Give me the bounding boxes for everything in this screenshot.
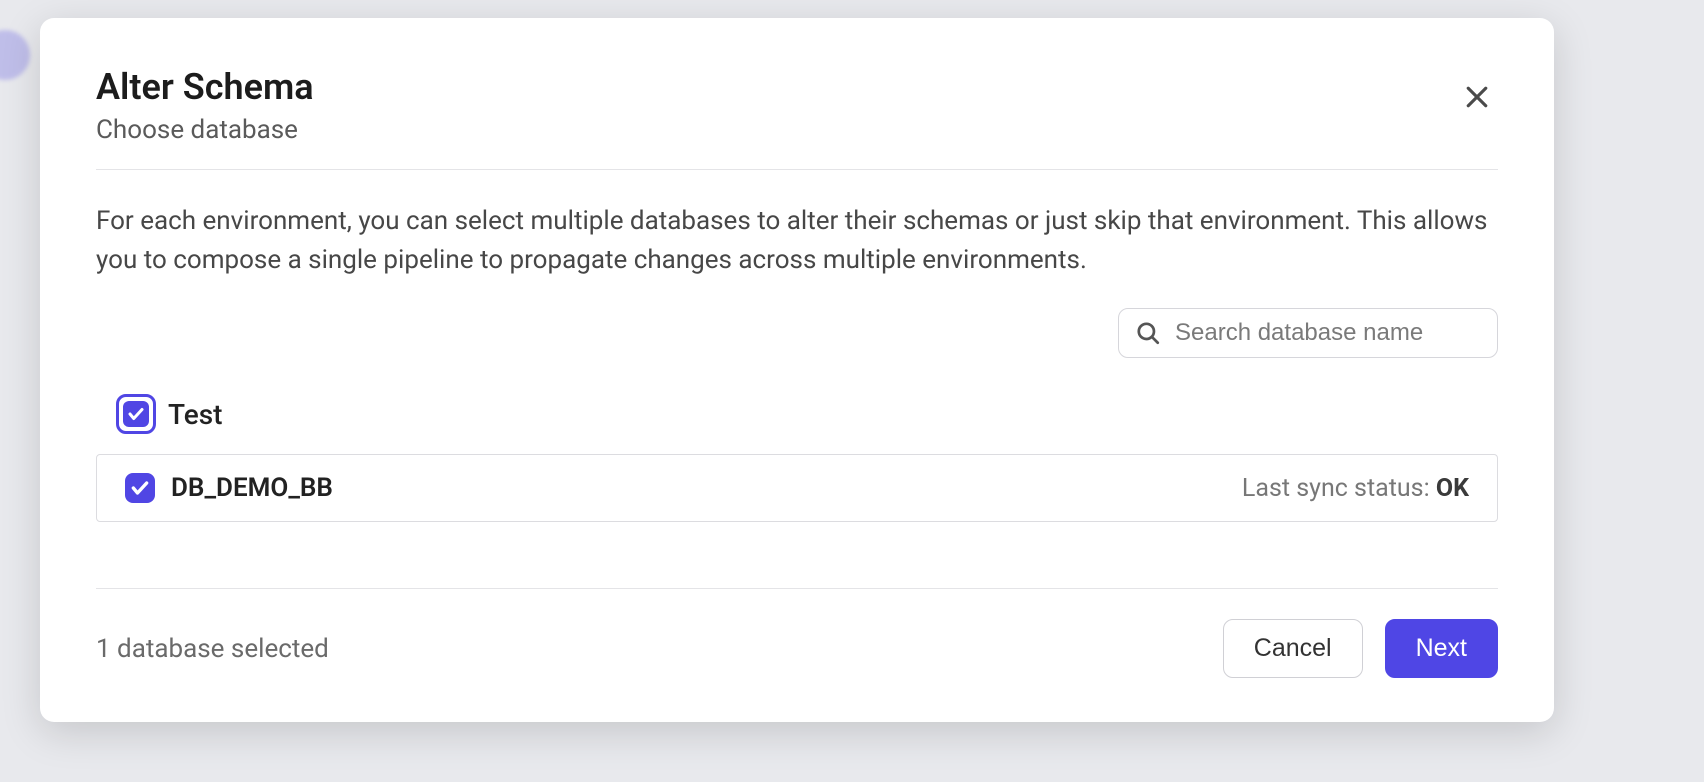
environment-group: Test	[116, 394, 1498, 434]
search-row	[96, 308, 1498, 358]
modal-subtitle: Choose database	[96, 115, 314, 145]
close-button[interactable]	[1456, 76, 1498, 121]
cancel-button[interactable]: Cancel	[1223, 619, 1363, 678]
environment-name: Test	[168, 398, 223, 431]
database-row-left: DB_DEMO_BB	[125, 473, 333, 503]
modal-description: For each environment, you can select mul…	[96, 202, 1498, 280]
alter-schema-modal: Alter Schema Choose database For each en…	[40, 18, 1554, 722]
next-button[interactable]: Next	[1385, 619, 1498, 678]
modal-footer: 1 database selected Cancel Next	[96, 588, 1498, 678]
environment-checkbox[interactable]	[116, 394, 156, 434]
database-row[interactable]: DB_DEMO_BB Last sync status: OK	[97, 455, 1497, 521]
database-list: DB_DEMO_BB Last sync status: OK	[96, 454, 1498, 522]
database-sync-status: Last sync status: OK	[1242, 474, 1469, 503]
selected-count: 1 database selected	[96, 634, 329, 664]
modal-title: Alter Schema	[96, 66, 314, 109]
search-icon	[1135, 320, 1161, 346]
search-input[interactable]	[1175, 319, 1481, 347]
header-divider	[96, 169, 1498, 170]
environment-header: Test	[116, 394, 1498, 434]
check-icon	[130, 478, 150, 498]
search-field-wrap[interactable]	[1118, 308, 1498, 358]
footer-buttons: Cancel Next	[1223, 619, 1498, 678]
close-icon	[1462, 82, 1492, 112]
database-checkbox[interactable]	[125, 473, 155, 503]
sync-status-value: OK	[1436, 474, 1469, 503]
database-name: DB_DEMO_BB	[171, 473, 333, 503]
modal-titles: Alter Schema Choose database	[96, 66, 314, 145]
sync-status-label: Last sync status:	[1242, 474, 1436, 503]
checkbox-checked-icon	[123, 401, 149, 427]
modal-header: Alter Schema Choose database	[96, 66, 1498, 145]
